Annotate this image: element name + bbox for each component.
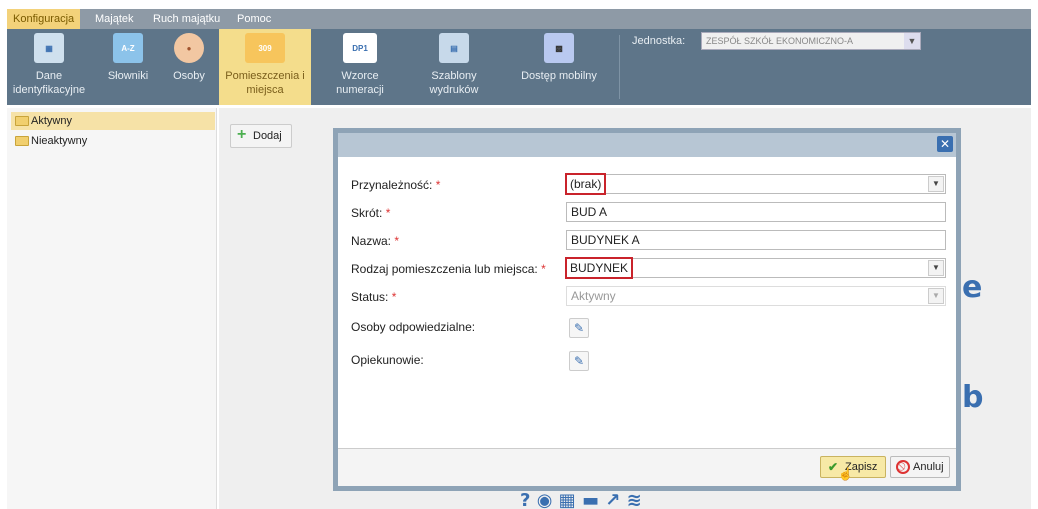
chevron-down-icon: ▼ (904, 33, 920, 49)
menu-tab-majatek[interactable]: Majątek (89, 9, 140, 29)
required-marker: * (435, 178, 441, 192)
status-label: Status: * (351, 290, 396, 304)
toolbar-label: Pomieszczenia i miejsca (225, 70, 305, 96)
person-icon: ● (174, 33, 204, 63)
nazwa-label-text: Nazwa: (351, 234, 392, 248)
toolbar-label: Osoby (173, 70, 205, 82)
toolbar-osoby[interactable]: ● Osoby (163, 29, 215, 105)
folder-icon (15, 116, 29, 126)
required-marker: * (385, 206, 391, 220)
status-value: Aktywny (571, 289, 616, 303)
dictionary-icon: A-Z (113, 33, 143, 63)
toolbar-wzorce-numeracji[interactable]: DP1 Wzorce numeracji (325, 29, 395, 105)
toolbar-label: Wzorce numeracji (336, 70, 384, 96)
required-marker: * (391, 290, 397, 304)
mouse-cursor-icon: ☝ (838, 467, 853, 481)
toolbar-pomieszczenia-i-miejsca[interactable]: 309 Pomieszczenia i miejsca (219, 29, 311, 105)
add-button[interactable]: + Dodaj (230, 124, 292, 148)
toolbar-dane-identyfikacyjne[interactable]: ▦ Dane identyfikacyjne (7, 29, 91, 105)
chevron-down-icon: ▼ (928, 260, 944, 276)
pencil-icon: ✎ (573, 354, 585, 368)
menu-tab-konfiguracja[interactable]: Konfiguracja (7, 9, 81, 29)
status-select: Aktywny ▼ (566, 286, 946, 306)
toolbar-label: Szablony wydruków (429, 70, 479, 96)
toolbar-label: Dane identyfikacyjne (12, 70, 86, 96)
qr-icon: ▩ (544, 33, 574, 63)
przynaleznosc-value: (brak) (565, 173, 607, 195)
jednostka-value: ZESPÓŁ SZKÓŁ EKONOMICZNO-A (706, 36, 854, 46)
chevron-down-icon: ▼ (928, 288, 944, 304)
required-marker: * (394, 234, 400, 248)
tree-item-aktywny[interactable]: Aktywny (11, 112, 215, 130)
folder-icon (15, 136, 29, 146)
cancel-button-label: Anuluj (913, 461, 944, 473)
skrot-label: Skrót: * (351, 206, 390, 220)
menu-tab-pomoc[interactable]: Pomoc (231, 9, 277, 29)
edit-location-dialog: ✕ Przynależność: * (brak) ▼ Skrót: * BUD… (333, 128, 961, 491)
przynaleznosc-select[interactable]: (brak) ▼ (565, 173, 946, 195)
pencil-icon: ✎ (573, 321, 585, 335)
nazwa-label: Nazwa: * (351, 234, 399, 248)
required-marker: * (541, 262, 546, 276)
chevron-down-icon: ▼ (928, 176, 944, 192)
toolbar-label: Słowniki (107, 70, 149, 82)
przynaleznosc-label: Przynależność: * (351, 178, 440, 192)
toolbar-separator (619, 35, 620, 99)
close-icon[interactable]: ✕ (937, 136, 953, 152)
osoby-odpowiedzialne-label: Osoby odpowiedzialne: (351, 320, 476, 334)
room-icon: 309 (245, 33, 285, 63)
jednostka-select[interactable]: ZESPÓŁ SZKÓŁ EKONOMICZNO-A ▼ (701, 32, 921, 50)
background-logo-fragment-icon: e (962, 270, 983, 305)
cancel-button[interactable]: ⃠ Anuluj (890, 456, 950, 478)
edit-responsible-persons-button[interactable]: ✎ (569, 318, 589, 338)
przynaleznosc-label-text: Przynależność: (351, 178, 433, 192)
top-menu-bar: Konfiguracja Majątek Ruch majątku Pomoc (7, 9, 1031, 29)
status-label-text: Status: (351, 290, 389, 304)
edit-caretakers-button[interactable]: ✎ (569, 351, 589, 371)
skrot-label-text: Skrót: (351, 206, 383, 220)
opiekunowie-label: Opiekunowie: (351, 353, 424, 367)
rodzaj-label: Rodzaj pomieszczenia lub miejsca: * (351, 262, 546, 276)
background-icons-strip-icon: ? ◉ ▦ ▬ ↗ ≋ (520, 490, 642, 509)
toolbar-label: Dostęp mobilny (521, 70, 597, 82)
numbering-icon: DP1 (343, 33, 377, 63)
tree-item-label: Aktywny (31, 115, 72, 127)
status-tree: Aktywny Nieaktywny (7, 108, 217, 509)
add-button-label: Dodaj (253, 130, 282, 142)
background-logo-fragment-icon: b (962, 380, 984, 415)
dialog-footer: ✔ Zapisz ⃠ Anuluj ☝ (338, 448, 956, 486)
plus-icon: + (237, 126, 247, 143)
jednostka-label: Jednostka: (632, 35, 686, 47)
tree-item-label: Nieaktywny (31, 135, 88, 147)
rodzaj-label-text: Rodzaj pomieszczenia lub miejsca: (351, 262, 538, 276)
nazwa-input[interactable]: BUDYNEK A (566, 230, 946, 250)
skrot-input[interactable]: BUD A (566, 202, 946, 222)
grid-icon: ▦ (34, 33, 64, 63)
dialog-header: ✕ (338, 133, 956, 157)
menu-tab-ruch-majatku[interactable]: Ruch majątku (147, 9, 226, 29)
toolbar-dostep-mobilny[interactable]: ▩ Dostęp mobilny (511, 29, 607, 105)
save-button[interactable]: ✔ Zapisz (820, 456, 886, 478)
rodzaj-value: BUDYNEK (565, 257, 634, 279)
rodzaj-select[interactable]: BUDYNEK ▼ (565, 257, 946, 279)
cancel-icon: ⃠ (896, 460, 910, 474)
toolbar-szablony-wydrukow[interactable]: ▤ Szablony wydruków (419, 29, 489, 105)
toolbar-slowniki[interactable]: A-Z Słowniki (95, 29, 161, 105)
toolbar: ▦ Dane identyfikacyjne A-Z Słowniki ● Os… (7, 29, 1031, 105)
tree-item-nieaktywny[interactable]: Nieaktywny (11, 132, 215, 150)
template-icon: ▤ (439, 33, 469, 63)
